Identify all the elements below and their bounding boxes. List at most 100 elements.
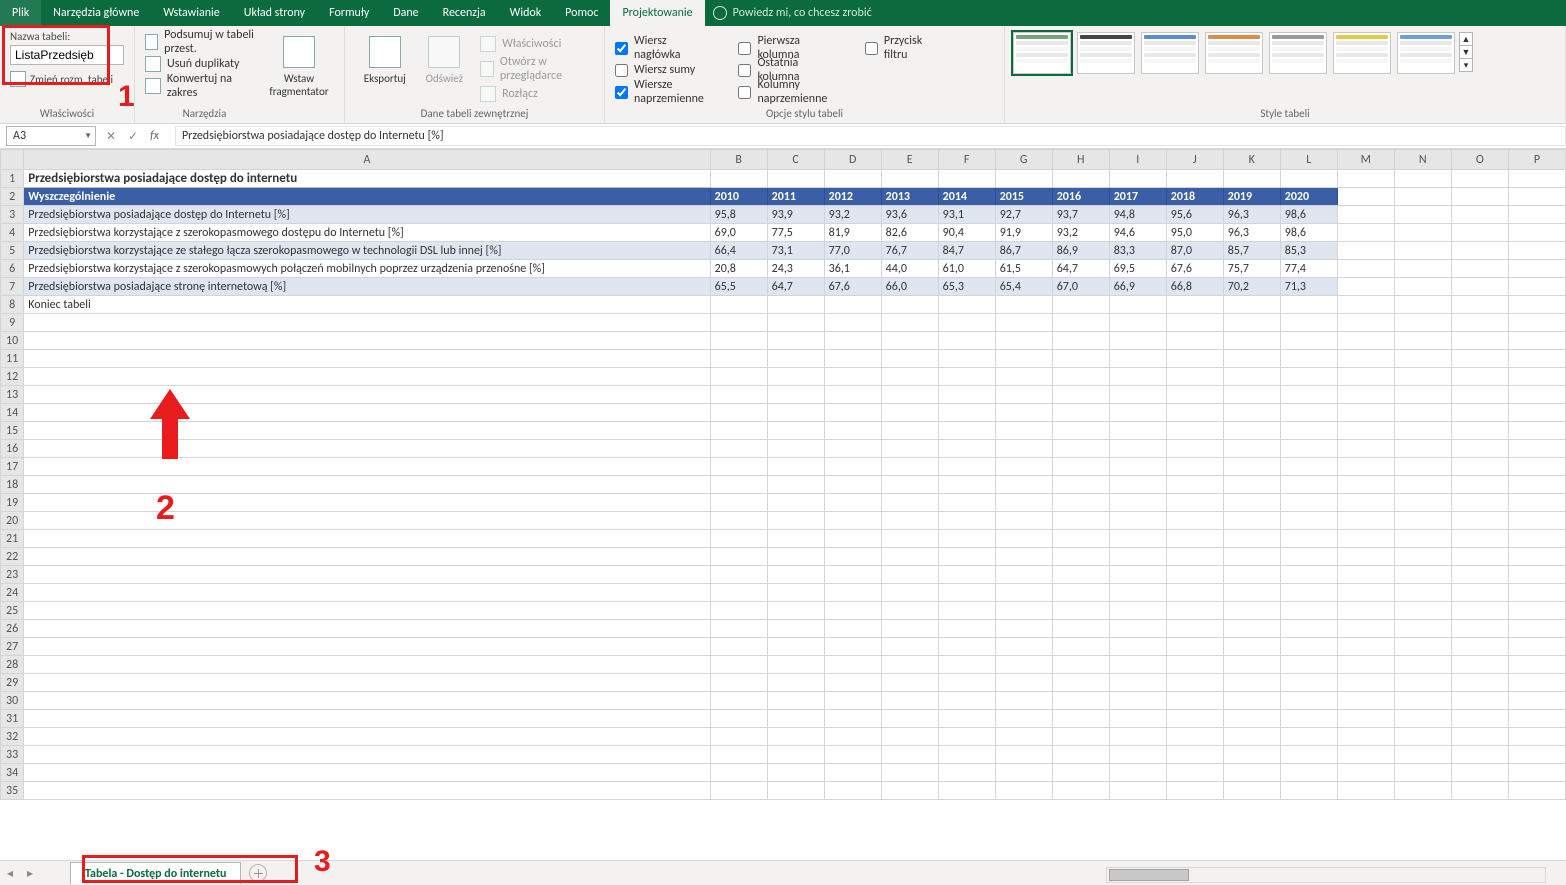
cell[interactable] xyxy=(1394,674,1451,692)
cell[interactable] xyxy=(824,170,881,188)
chevron-right-icon[interactable]: ▸ xyxy=(27,866,33,881)
cell[interactable]: Koniec tabeli xyxy=(24,296,710,314)
cell[interactable] xyxy=(710,512,767,530)
row-header[interactable]: 29 xyxy=(1,674,24,692)
cell[interactable] xyxy=(1109,296,1166,314)
cell[interactable]: 86,7 xyxy=(995,242,1052,260)
cell[interactable] xyxy=(824,440,881,458)
cell[interactable] xyxy=(1337,656,1394,674)
row-header[interactable]: 23 xyxy=(1,566,24,584)
cell[interactable] xyxy=(1280,530,1337,548)
cell[interactable] xyxy=(767,728,824,746)
cell[interactable] xyxy=(1394,728,1451,746)
cell[interactable] xyxy=(1166,296,1223,314)
cell[interactable] xyxy=(938,548,995,566)
cell[interactable] xyxy=(1451,278,1508,296)
cell[interactable] xyxy=(1280,782,1337,800)
cell[interactable] xyxy=(1280,350,1337,368)
row-header[interactable]: 6 xyxy=(1,260,24,278)
chk-banded[interactable]: Wiersze naprzemienne xyxy=(615,82,708,102)
cell[interactable] xyxy=(1109,620,1166,638)
cell[interactable] xyxy=(1280,584,1337,602)
row-header[interactable]: 3 xyxy=(1,206,24,224)
cell[interactable] xyxy=(1508,440,1565,458)
cell[interactable] xyxy=(1052,170,1109,188)
cell[interactable]: 70,2 xyxy=(1223,278,1280,296)
cell[interactable] xyxy=(1337,386,1394,404)
cell[interactable] xyxy=(1166,332,1223,350)
cell[interactable] xyxy=(881,350,938,368)
cell[interactable]: 86,9 xyxy=(1052,242,1109,260)
chk-total[interactable]: Wiersz sumy xyxy=(615,60,708,80)
cell[interactable] xyxy=(1280,422,1337,440)
cell[interactable]: 71,3 xyxy=(1280,278,1337,296)
cell[interactable] xyxy=(881,494,938,512)
cell[interactable] xyxy=(24,584,710,602)
cell[interactable] xyxy=(1337,260,1394,278)
cell[interactable] xyxy=(824,764,881,782)
cell[interactable]: 85,7 xyxy=(1223,242,1280,260)
cell[interactable] xyxy=(938,746,995,764)
cell[interactable] xyxy=(1394,602,1451,620)
cell[interactable] xyxy=(881,386,938,404)
row-header[interactable]: 33 xyxy=(1,746,24,764)
cell[interactable] xyxy=(1052,746,1109,764)
cell[interactable] xyxy=(995,692,1052,710)
cell[interactable] xyxy=(710,638,767,656)
col-header-K[interactable]: K xyxy=(1223,150,1280,170)
cell[interactable] xyxy=(1052,494,1109,512)
cell[interactable] xyxy=(938,728,995,746)
cell[interactable] xyxy=(1223,296,1280,314)
cell[interactable] xyxy=(710,764,767,782)
cell[interactable] xyxy=(1052,476,1109,494)
cell[interactable] xyxy=(710,422,767,440)
cell[interactable] xyxy=(995,710,1052,728)
cell[interactable]: 2019 xyxy=(1223,188,1280,206)
cell[interactable] xyxy=(1223,404,1280,422)
cell[interactable] xyxy=(1508,548,1565,566)
row-header[interactable]: 32 xyxy=(1,728,24,746)
row-header[interactable]: 31 xyxy=(1,710,24,728)
cell[interactable] xyxy=(1052,692,1109,710)
cell[interactable] xyxy=(1223,314,1280,332)
cell[interactable] xyxy=(710,440,767,458)
cell[interactable] xyxy=(881,764,938,782)
resize-table-button[interactable]: Zmień rozm. tabeli xyxy=(10,71,124,87)
style-gallery[interactable] xyxy=(1013,32,1455,105)
cell[interactable]: 64,7 xyxy=(1052,260,1109,278)
cell[interactable] xyxy=(938,656,995,674)
cell[interactable] xyxy=(1451,764,1508,782)
cell[interactable]: 90,4 xyxy=(938,224,995,242)
cell[interactable]: 87,0 xyxy=(1166,242,1223,260)
cell[interactable] xyxy=(1508,476,1565,494)
cell[interactable] xyxy=(938,782,995,800)
cell[interactable] xyxy=(1508,368,1565,386)
cell[interactable]: 67,0 xyxy=(1052,278,1109,296)
row-header[interactable]: 22 xyxy=(1,548,24,566)
cell[interactable] xyxy=(938,584,995,602)
cell[interactable] xyxy=(24,332,710,350)
cell[interactable] xyxy=(881,674,938,692)
cell[interactable] xyxy=(24,494,710,512)
cell[interactable]: 95,6 xyxy=(1166,206,1223,224)
cell[interactable] xyxy=(1508,674,1565,692)
row-header[interactable]: 28 xyxy=(1,656,24,674)
chevron-left-icon[interactable]: ◂ xyxy=(7,866,13,881)
cell[interactable] xyxy=(1337,404,1394,422)
cell[interactable] xyxy=(1451,476,1508,494)
cell[interactable] xyxy=(710,386,767,404)
cell[interactable] xyxy=(1223,422,1280,440)
cell[interactable] xyxy=(767,530,824,548)
cell[interactable] xyxy=(1508,782,1565,800)
cell[interactable]: 65,5 xyxy=(710,278,767,296)
cell[interactable]: 2012 xyxy=(824,188,881,206)
style-thumb-2[interactable] xyxy=(1141,32,1199,74)
cancel-icon[interactable]: ✕ xyxy=(106,129,116,144)
cell[interactable] xyxy=(1337,278,1394,296)
cell[interactable] xyxy=(1109,530,1166,548)
cell[interactable] xyxy=(1508,278,1565,296)
cell[interactable] xyxy=(767,584,824,602)
cell[interactable]: 96,3 xyxy=(1223,224,1280,242)
cell[interactable] xyxy=(1508,512,1565,530)
chk-first[interactable]: Pierwsza kolumna xyxy=(738,38,834,58)
